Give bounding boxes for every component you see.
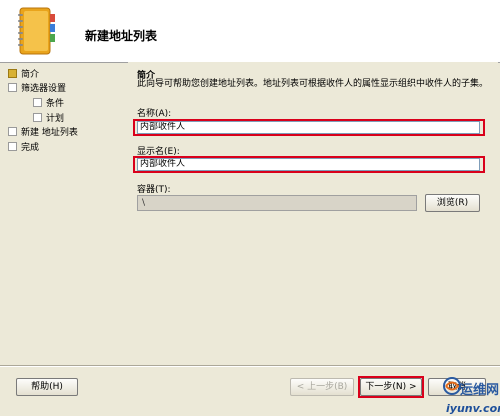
name-label: 名称(A): [137,109,172,119]
step-filter-settings[interactable]: 筛选器设置 [8,83,66,96]
back-button[interactable]: < 上一步(B) [290,378,354,396]
step-label: 条件 [46,99,65,109]
watermark: 运维网 iyunv.com [442,376,500,416]
step-marker [8,142,17,151]
wizard-steps: 简介 筛选器设置 条件 计划 新建 地址列表 完成 [0,62,125,362]
step-complete[interactable]: 完成 [8,142,39,155]
step-label: 新建 地址列表 [21,128,78,138]
footer-separator [0,365,500,367]
help-button[interactable]: 帮助(H) [16,378,78,396]
name-input[interactable] [137,121,480,134]
step-marker [33,98,42,107]
step-marker [8,83,17,92]
step-label: 计划 [46,114,65,124]
intro-text: 此向导可帮助您创建地址列表。地址列表可根据收件人的属性显示组织中收件人的子集。 [137,79,489,89]
display-name-input[interactable] [137,158,480,171]
step-marker [8,127,17,136]
address-book-icon [18,7,55,55]
next-button[interactable]: 下一步(N) > [360,378,422,396]
wizard-header: 新建地址列表 [0,0,500,63]
wizard-title: 新建地址列表 [85,29,158,43]
step-schedule[interactable]: 计划 [33,113,64,126]
current-step-marker [8,69,17,78]
browse-button[interactable]: 浏览(R) [425,194,480,212]
container-label: 容器(T): [137,185,171,195]
display-name-label: 显示名(E): [137,147,180,157]
globe-icon [443,377,461,395]
watermark-url: iyunv.com [446,402,500,415]
step-label: 简介 [21,70,40,80]
step-conditions[interactable]: 条件 [33,98,64,111]
step-intro[interactable]: 简介 [8,69,39,82]
step-new-address-list[interactable]: 新建 地址列表 [8,127,78,140]
step-marker [33,113,42,122]
content-panel: 简介 此向导可帮助您创建地址列表。地址列表可根据收件人的属性显示组织中收件人的子… [128,62,498,360]
container-field: \ [137,195,417,211]
step-label: 完成 [21,143,40,153]
watermark-text: 运维网 [460,383,500,398]
step-label: 筛选器设置 [21,84,67,94]
